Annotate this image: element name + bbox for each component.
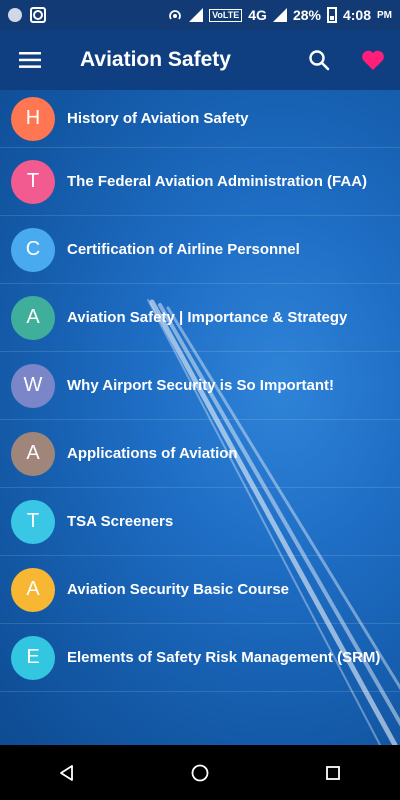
topic-list-item[interactable]: C Certification of Airline Personnel — [0, 216, 400, 284]
topic-list-item[interactable]: H History of Aviation Safety — [0, 90, 400, 148]
search-icon[interactable] — [292, 30, 346, 90]
topic-list-item[interactable]: E Elements of Safety Risk Management (SRM… — [0, 624, 400, 692]
clock-time: 4:08 — [342, 7, 371, 23]
navigation-bar — [0, 745, 400, 800]
topic-letter-avatar: T — [11, 159, 55, 204]
network-type-label: 4G — [248, 7, 267, 23]
notification-dot-icon — [8, 8, 22, 22]
topic-letter-avatar: C — [11, 227, 55, 272]
topic-letter-avatar: W — [11, 363, 55, 408]
signal-strength-icon — [189, 8, 204, 22]
topic-title: Certification of Airline Personnel — [67, 241, 300, 258]
heart-icon[interactable] — [346, 30, 400, 90]
topic-title: Aviation Safety | Importance & Strategy — [67, 309, 348, 326]
topic-title: History of Aviation Safety — [67, 110, 249, 127]
hotspot-icon — [169, 10, 181, 20]
mobile-signal-icon — [272, 8, 287, 22]
status-bar: VoLTE 4G 28% 4:08 PM — [0, 0, 400, 30]
topic-list-item[interactable]: T TSA Screeners — [0, 488, 400, 556]
topic-list-area[interactable]: H History of Aviation Safety T The Federal … — [0, 90, 400, 745]
topic-letter-avatar: A — [11, 295, 55, 340]
battery-percent: 28% — [292, 7, 321, 23]
topic-letter-avatar: T — [11, 499, 55, 544]
topic-letter-avatar: A — [11, 567, 55, 612]
home-icon[interactable] — [170, 745, 230, 800]
topic-title: Aviation Security Basic Course — [67, 581, 290, 598]
topic-list-item[interactable]: W Why Airport Security is So Important! — [0, 352, 400, 420]
topic-letter-avatar: A — [11, 431, 55, 476]
topic-title: Applications of Aviation — [67, 445, 238, 462]
topic-list-item[interactable]: T The Federal Aviation Administration (FA… — [0, 148, 400, 216]
back-icon[interactable] — [37, 745, 97, 800]
topic-letter-avatar: E — [11, 635, 55, 680]
app-title: Aviation Safety — [80, 48, 231, 71]
menu-icon[interactable] — [0, 30, 60, 90]
clock-ampm: PM — [377, 9, 392, 21]
volte-label: VoLTE — [209, 8, 243, 22]
camera-notification-icon — [30, 7, 46, 23]
topic-title: TSA Screeners — [67, 513, 174, 530]
topic-list-item[interactable]: A Applications of Aviation — [0, 420, 400, 488]
recents-icon[interactable] — [303, 745, 363, 800]
app-bar: Aviation Safety — [0, 30, 400, 90]
topic-list: H History of Aviation Safety T The Federal … — [0, 90, 400, 692]
topic-title: The Federal Aviation Administration (FAA… — [67, 173, 368, 190]
battery-icon — [326, 7, 337, 23]
topic-list-item[interactable]: A Aviation Security Basic Course — [0, 556, 400, 624]
topic-title: Elements of Safety Risk Management (SRM) — [67, 649, 381, 666]
topic-title: Why Airport Security is So Important! — [67, 377, 334, 394]
topic-list-item[interactable]: A Aviation Safety | Importance & Strategy — [0, 284, 400, 352]
topic-letter-avatar: H — [11, 96, 55, 141]
